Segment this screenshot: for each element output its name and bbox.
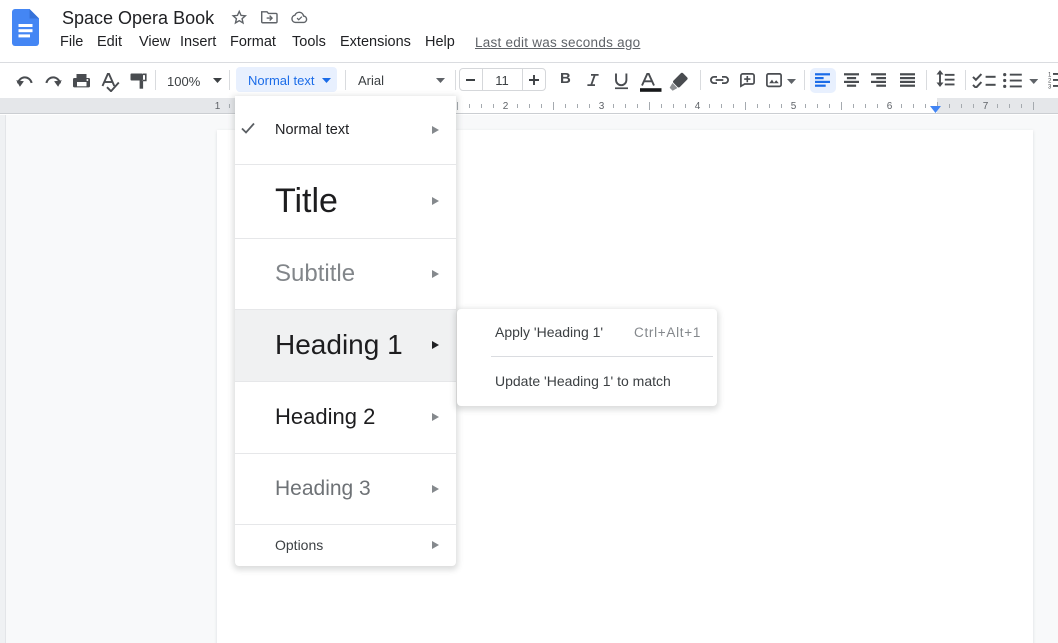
svg-text:3: 3 xyxy=(1048,85,1052,89)
